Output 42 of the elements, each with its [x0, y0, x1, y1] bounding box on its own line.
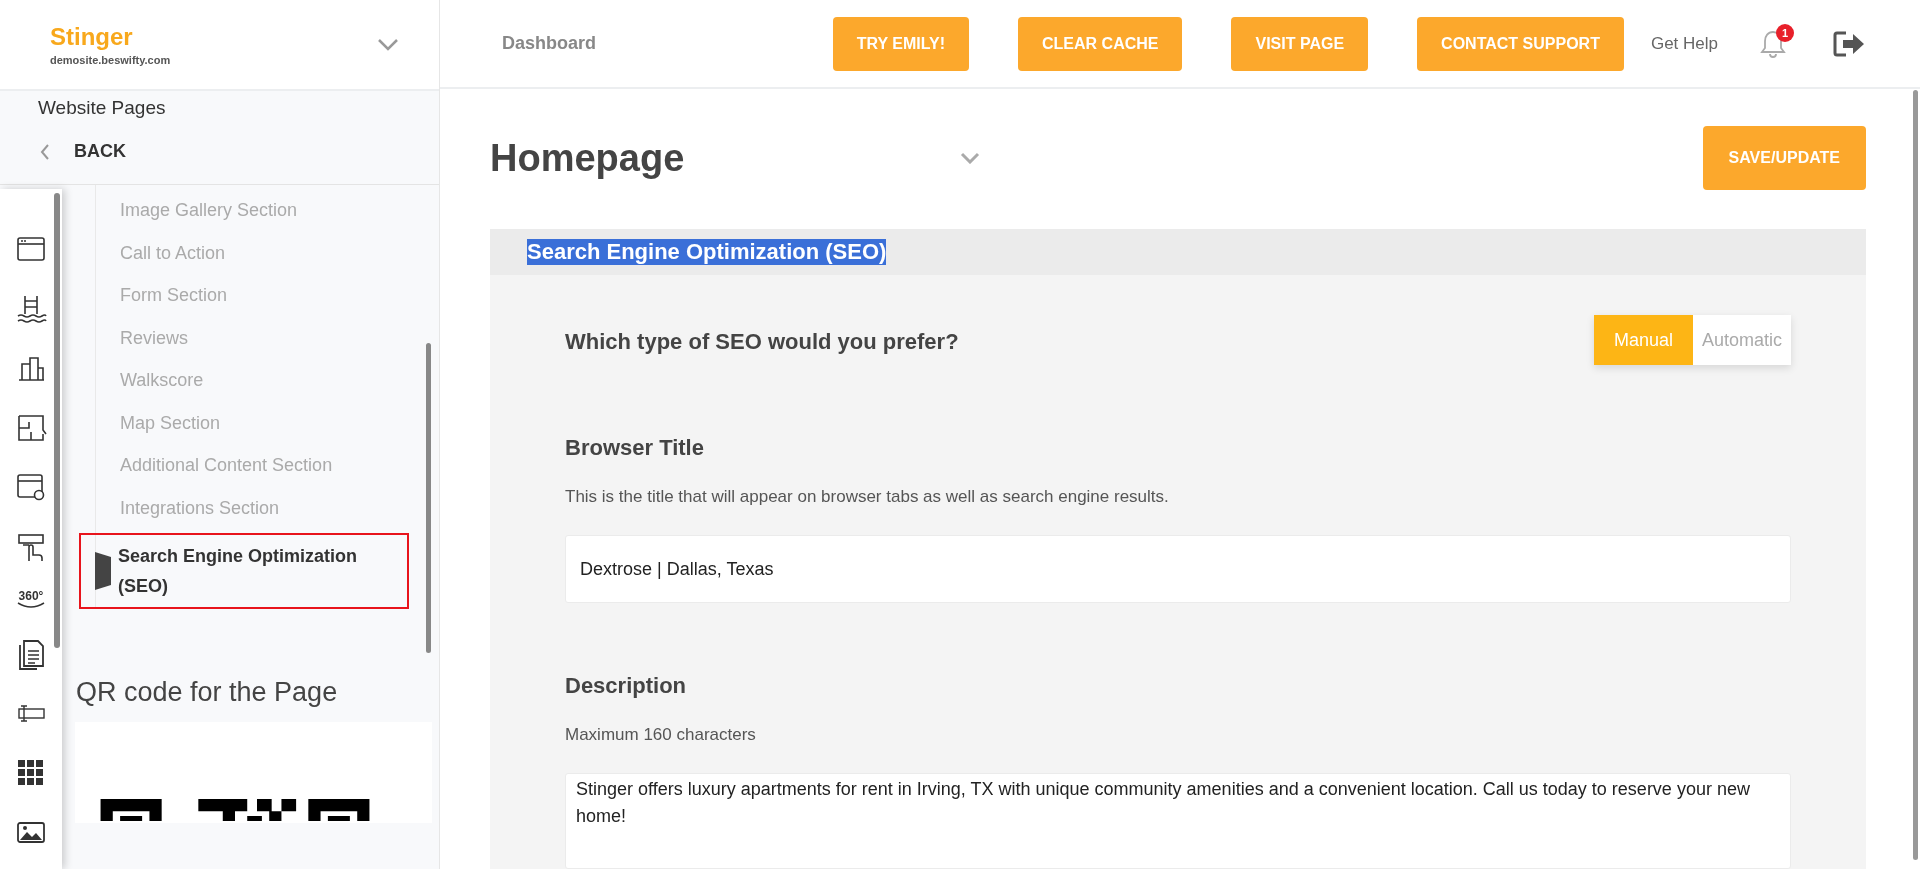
- seo-type-option[interactable]: Manual: [1593, 315, 1693, 365]
- field-hint: Maximum 160 characters: [565, 725, 757, 745]
- get-help-link[interactable]: Get Help: [1650, 33, 1718, 54]
- seo-type-option[interactable]: Automatic: [1692, 315, 1791, 365]
- field-label: Description: [565, 673, 688, 699]
- back-link[interactable]: BACK: [74, 141, 126, 162]
- site-name: Stinger: [50, 23, 134, 51]
- qr-heading: QR code for the Page: [76, 677, 339, 708]
- logout-icon[interactable]: [1832, 29, 1866, 58]
- action-button[interactable]: CONTACT SUPPORT: [1417, 16, 1624, 71]
- sidebar-title: Website Pages: [38, 97, 166, 118]
- chevron-down-icon[interactable]: [377, 37, 399, 52]
- scrollbar-thumb[interactable]: [54, 193, 60, 648]
- site-url: demosite.beswifty.com: [50, 54, 171, 66]
- field-label: Browser Title: [565, 435, 705, 461]
- seo-question: Which type of SEO would you prefer?: [565, 329, 959, 355]
- section-item[interactable]: Call to Action: [96, 231, 409, 274]
- action-button[interactable]: TRY EMILY!: [832, 16, 970, 71]
- field-hint: This is the title that will appear on browser tabs as well as search engine results.: [565, 487, 1170, 507]
- section-item[interactable]: Integrations Section: [96, 486, 409, 529]
- dashboard-link[interactable]: Dashboard: [502, 33, 597, 54]
- section-heading: Search Engine Optimization (SEO): [527, 239, 887, 265]
- action-button[interactable]: CLEAR CACHE: [1018, 16, 1183, 71]
- action-button[interactable]: VISIT PAGE: [1231, 16, 1369, 71]
- section-item[interactable]: Search Engine Optimization (SEO): [79, 533, 409, 609]
- section-item[interactable]: Image Gallery Section: [96, 189, 409, 232]
- section-item[interactable]: Map Section: [96, 401, 409, 444]
- browser-gear-icon[interactable]: [15, 471, 47, 503]
- page-title: Homepage: [490, 136, 686, 180]
- marker-icon: [95, 552, 111, 590]
- scrollbar-thumb[interactable]: [426, 343, 431, 653]
- section-item[interactable]: Reviews: [96, 316, 409, 359]
- input-field[interactable]: Dextrose | Dallas, Texas: [565, 535, 1791, 603]
- save-update-button[interactable]: SAVE/UPDATE: [1702, 126, 1866, 190]
- section-item[interactable]: Additional Content Section: [96, 444, 409, 487]
- scrollbar-thumb[interactable]: [1913, 90, 1918, 860]
- text-area[interactable]: Stinger offers luxury apartments for rent in Irving, TX with unique community amenities and a convenient location. Call us today to reserve your new home!: [565, 773, 1791, 869]
- chevron-left-icon[interactable]: [40, 142, 50, 161]
- section-item[interactable]: Walkscore: [96, 359, 409, 402]
- notification-badge: 1: [1776, 23, 1794, 42]
- section-item[interactable]: Form Section: [96, 274, 409, 317]
- bell-icon[interactable]: [1760, 28, 1786, 59]
